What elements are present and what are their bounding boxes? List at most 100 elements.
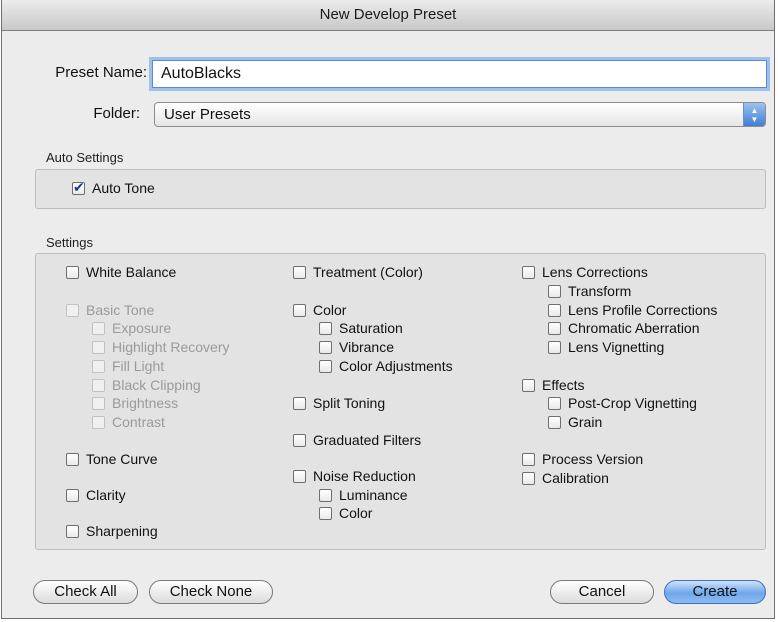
effects-checkbox[interactable]: [522, 378, 535, 392]
sharpening-option[interactable]: Sharpening: [66, 523, 158, 539]
color-checkbox[interactable]: [293, 303, 306, 317]
exposure-label: Exposure: [112, 320, 172, 336]
post-crop-vignetting-checkbox[interactable]: [548, 396, 561, 410]
lens-profile-label: Lens Profile Corrections: [568, 302, 718, 318]
brightness-label: Brightness: [112, 395, 179, 411]
tone-curve-checkbox[interactable]: [66, 452, 79, 466]
preset-name-label: Preset Name:: [55, 64, 147, 81]
settings-box: White Balance Basic Tone Exposure Highli…: [35, 253, 766, 550]
lens-profile-option[interactable]: Lens Profile Corrections: [548, 302, 717, 318]
folder-select[interactable]: User Presets ▲ ▼: [154, 102, 766, 127]
clarity-option[interactable]: Clarity: [66, 487, 126, 503]
transform-option[interactable]: Transform: [548, 283, 631, 299]
auto-settings-box: Auto Tone: [35, 169, 766, 209]
saturation-checkbox[interactable]: [319, 321, 332, 335]
auto-tone-checkbox[interactable]: [72, 179, 85, 196]
treatment-checkbox[interactable]: [293, 265, 306, 279]
basic-tone-option: Basic Tone: [66, 302, 154, 318]
lens-vignetting-label: Lens Vignetting: [568, 339, 665, 355]
black-clipping-label: Black Clipping: [112, 377, 201, 393]
chromatic-aberration-label: Chromatic Aberration: [568, 320, 700, 336]
cancel-button[interactable]: Cancel: [550, 580, 654, 604]
contrast-checkbox: [92, 415, 105, 429]
preset-name-input[interactable]: AutoBlacks: [152, 60, 767, 88]
chromatic-aberration-checkbox[interactable]: [548, 321, 561, 335]
transform-label: Transform: [568, 283, 632, 299]
lens-vignetting-checkbox[interactable]: [548, 340, 561, 354]
sharpening-label: Sharpening: [86, 523, 158, 539]
updown-arrows-icon: ▲ ▼: [743, 103, 765, 126]
basic-tone-label: Basic Tone: [86, 302, 155, 318]
post-crop-vignetting-option[interactable]: Post-Crop Vignetting: [548, 395, 697, 411]
noise-reduction-checkbox[interactable]: [293, 469, 306, 483]
luminance-option[interactable]: Luminance: [319, 487, 408, 503]
settings-title: Settings: [46, 235, 93, 250]
folder-label: Folder:: [93, 105, 140, 122]
vibrance-checkbox[interactable]: [319, 340, 332, 354]
transform-checkbox[interactable]: [548, 284, 561, 298]
luminance-label: Luminance: [339, 487, 408, 503]
split-toning-option[interactable]: Split Toning: [293, 395, 385, 411]
calibration-option[interactable]: Calibration: [522, 470, 609, 486]
auto-tone-label: Auto Tone: [92, 180, 155, 196]
nr-color-label: Color: [339, 505, 373, 521]
vibrance-option[interactable]: Vibrance: [319, 339, 394, 355]
tone-curve-label: Tone Curve: [86, 451, 158, 467]
effects-option[interactable]: Effects: [522, 377, 585, 393]
lens-vignetting-option[interactable]: Lens Vignetting: [548, 339, 664, 355]
chromatic-aberration-option[interactable]: Chromatic Aberration: [548, 320, 700, 336]
nr-color-option[interactable]: Color: [319, 505, 372, 521]
color-adjustments-option[interactable]: Color Adjustments: [319, 358, 453, 374]
white-balance-checkbox[interactable]: [66, 265, 79, 279]
process-version-option[interactable]: Process Version: [522, 451, 643, 467]
lens-corrections-option[interactable]: Lens Corrections: [522, 264, 648, 280]
auto-tone-option[interactable]: Auto Tone: [72, 179, 155, 196]
create-button[interactable]: Create: [664, 580, 766, 604]
white-balance-label: White Balance: [86, 264, 177, 280]
nr-color-checkbox[interactable]: [319, 506, 332, 520]
calibration-label: Calibration: [542, 470, 609, 486]
exposure-checkbox: [92, 321, 105, 335]
calibration-checkbox[interactable]: [522, 471, 535, 485]
color-label: Color: [313, 302, 347, 318]
noise-reduction-option[interactable]: Noise Reduction: [293, 468, 416, 484]
fill-light-checkbox: [92, 359, 105, 373]
color-adjustments-checkbox[interactable]: [319, 359, 332, 373]
graduated-filters-checkbox[interactable]: [293, 433, 306, 447]
grain-checkbox[interactable]: [548, 415, 561, 429]
effects-label: Effects: [542, 377, 585, 393]
highlight-recovery-checkbox: [92, 340, 105, 354]
white-balance-option[interactable]: White Balance: [66, 264, 176, 280]
folder-select-value: User Presets: [164, 106, 251, 123]
split-toning-checkbox[interactable]: [293, 396, 306, 410]
treatment-option[interactable]: Treatment (Color): [293, 264, 423, 280]
lens-profile-checkbox[interactable]: [548, 303, 561, 317]
auto-settings-title: Auto Settings: [46, 150, 124, 165]
process-version-label: Process Version: [542, 451, 644, 467]
luminance-checkbox[interactable]: [319, 488, 332, 502]
sharpening-checkbox[interactable]: [66, 524, 79, 538]
black-clipping-checkbox: [92, 378, 105, 392]
check-none-button[interactable]: Check None: [149, 580, 273, 604]
graduated-filters-option[interactable]: Graduated Filters: [293, 432, 421, 448]
exposure-option: Exposure: [92, 320, 171, 336]
noise-reduction-label: Noise Reduction: [313, 468, 416, 484]
post-crop-vignetting-label: Post-Crop Vignetting: [568, 395, 697, 411]
check-all-button[interactable]: Check All: [33, 580, 138, 604]
graduated-filters-label: Graduated Filters: [313, 432, 422, 448]
process-version-checkbox[interactable]: [522, 452, 535, 466]
lens-corrections-label: Lens Corrections: [542, 264, 648, 280]
split-toning-label: Split Toning: [313, 395, 386, 411]
color-adjustments-label: Color Adjustments: [339, 358, 453, 374]
saturation-option[interactable]: Saturation: [319, 320, 403, 336]
black-clipping-option: Black Clipping: [92, 377, 201, 393]
contrast-option: Contrast: [92, 414, 165, 430]
tone-curve-option[interactable]: Tone Curve: [66, 451, 158, 467]
fill-light-label: Fill Light: [112, 358, 165, 374]
vibrance-label: Vibrance: [339, 339, 395, 355]
lens-corrections-checkbox[interactable]: [522, 265, 535, 279]
clarity-checkbox[interactable]: [66, 488, 79, 502]
color-option[interactable]: Color: [293, 302, 346, 318]
clarity-label: Clarity: [86, 487, 126, 503]
grain-option[interactable]: Grain: [548, 414, 602, 430]
